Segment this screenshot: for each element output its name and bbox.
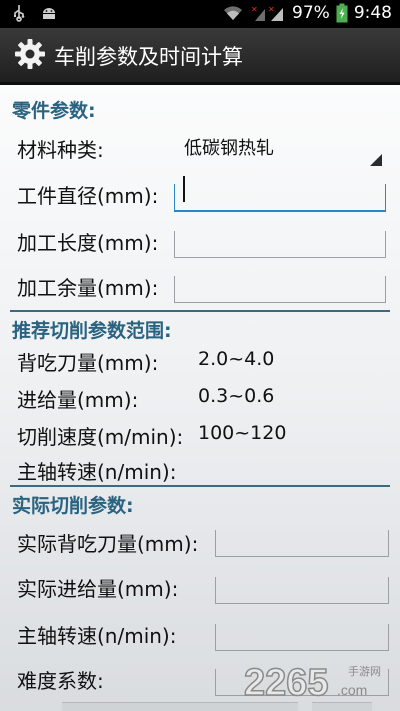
divider bbox=[10, 485, 390, 487]
actual-feed-field[interactable] bbox=[215, 577, 389, 604]
length-label: 加工长度(mm): bbox=[17, 231, 159, 255]
rec-speed-label: 切削速度(m/min): bbox=[17, 425, 184, 449]
svg-text:✕: ✕ bbox=[268, 5, 275, 14]
allowance-label: 加工余量(mm): bbox=[17, 276, 159, 300]
wifi-icon bbox=[224, 6, 243, 21]
actual-rpm-field[interactable] bbox=[215, 624, 389, 651]
diameter-field[interactable] bbox=[174, 184, 386, 212]
difficulty-label: 难度系数: bbox=[17, 669, 104, 693]
rec-depth-value: 2.0~4.0 bbox=[198, 348, 275, 370]
section-title-actual: 实际切削参数: bbox=[12, 495, 134, 517]
watermark-text: 2265 bbox=[244, 662, 329, 703]
actual-depth-label: 实际背吃刀量(mm): bbox=[17, 532, 199, 556]
watermark-logo: 2265 .com 手游网 bbox=[243, 659, 394, 707]
page-title: 车削参数及时间计算 bbox=[54, 45, 243, 69]
length-field[interactable] bbox=[174, 231, 386, 258]
status-bar: ✕ ✕ 97% 9:48 bbox=[0, 0, 400, 28]
material-spinner[interactable]: 低碳钢热轧 bbox=[174, 128, 382, 166]
clock: 9:48 bbox=[353, 3, 392, 23]
watermark-sub: .com bbox=[337, 682, 367, 698]
text-cursor bbox=[183, 176, 185, 202]
gear-icon bbox=[15, 39, 45, 69]
actual-feed-label: 实际进给量(mm): bbox=[17, 577, 179, 601]
actual-depth-field[interactable] bbox=[215, 530, 389, 557]
dropdown-triangle-icon bbox=[370, 154, 382, 166]
rec-speed-value: 100~120 bbox=[198, 422, 287, 444]
actual-rpm-label: 主轴转速(n/min): bbox=[17, 624, 177, 648]
battery-icon bbox=[336, 3, 348, 23]
battery-percent: 97% bbox=[292, 3, 330, 23]
watermark-cn: 手游网 bbox=[348, 664, 381, 678]
action-bar: 车削参数及时间计算 bbox=[0, 28, 400, 85]
material-value: 低碳钢热轧 bbox=[184, 138, 274, 159]
svg-text:✕: ✕ bbox=[251, 5, 258, 14]
rec-feed-value: 0.3~0.6 bbox=[198, 385, 275, 407]
rec-depth-label: 背吃刀量(mm): bbox=[17, 351, 159, 375]
usb-icon bbox=[14, 5, 25, 22]
section-title-recommended: 推荐切削参数范围: bbox=[12, 320, 172, 342]
material-label: 材料种类: bbox=[17, 138, 104, 162]
allowance-field[interactable] bbox=[174, 276, 386, 303]
android-icon bbox=[43, 8, 55, 19]
signal-icon: ✕ ✕ bbox=[251, 5, 284, 21]
rec-rpm-label: 主轴转速(n/min): bbox=[17, 460, 177, 484]
divider bbox=[10, 310, 390, 312]
diameter-label: 工件直径(mm): bbox=[17, 184, 159, 208]
section-title-part-params: 零件参数: bbox=[12, 100, 96, 122]
rec-feed-label: 进给量(mm): bbox=[17, 388, 139, 412]
